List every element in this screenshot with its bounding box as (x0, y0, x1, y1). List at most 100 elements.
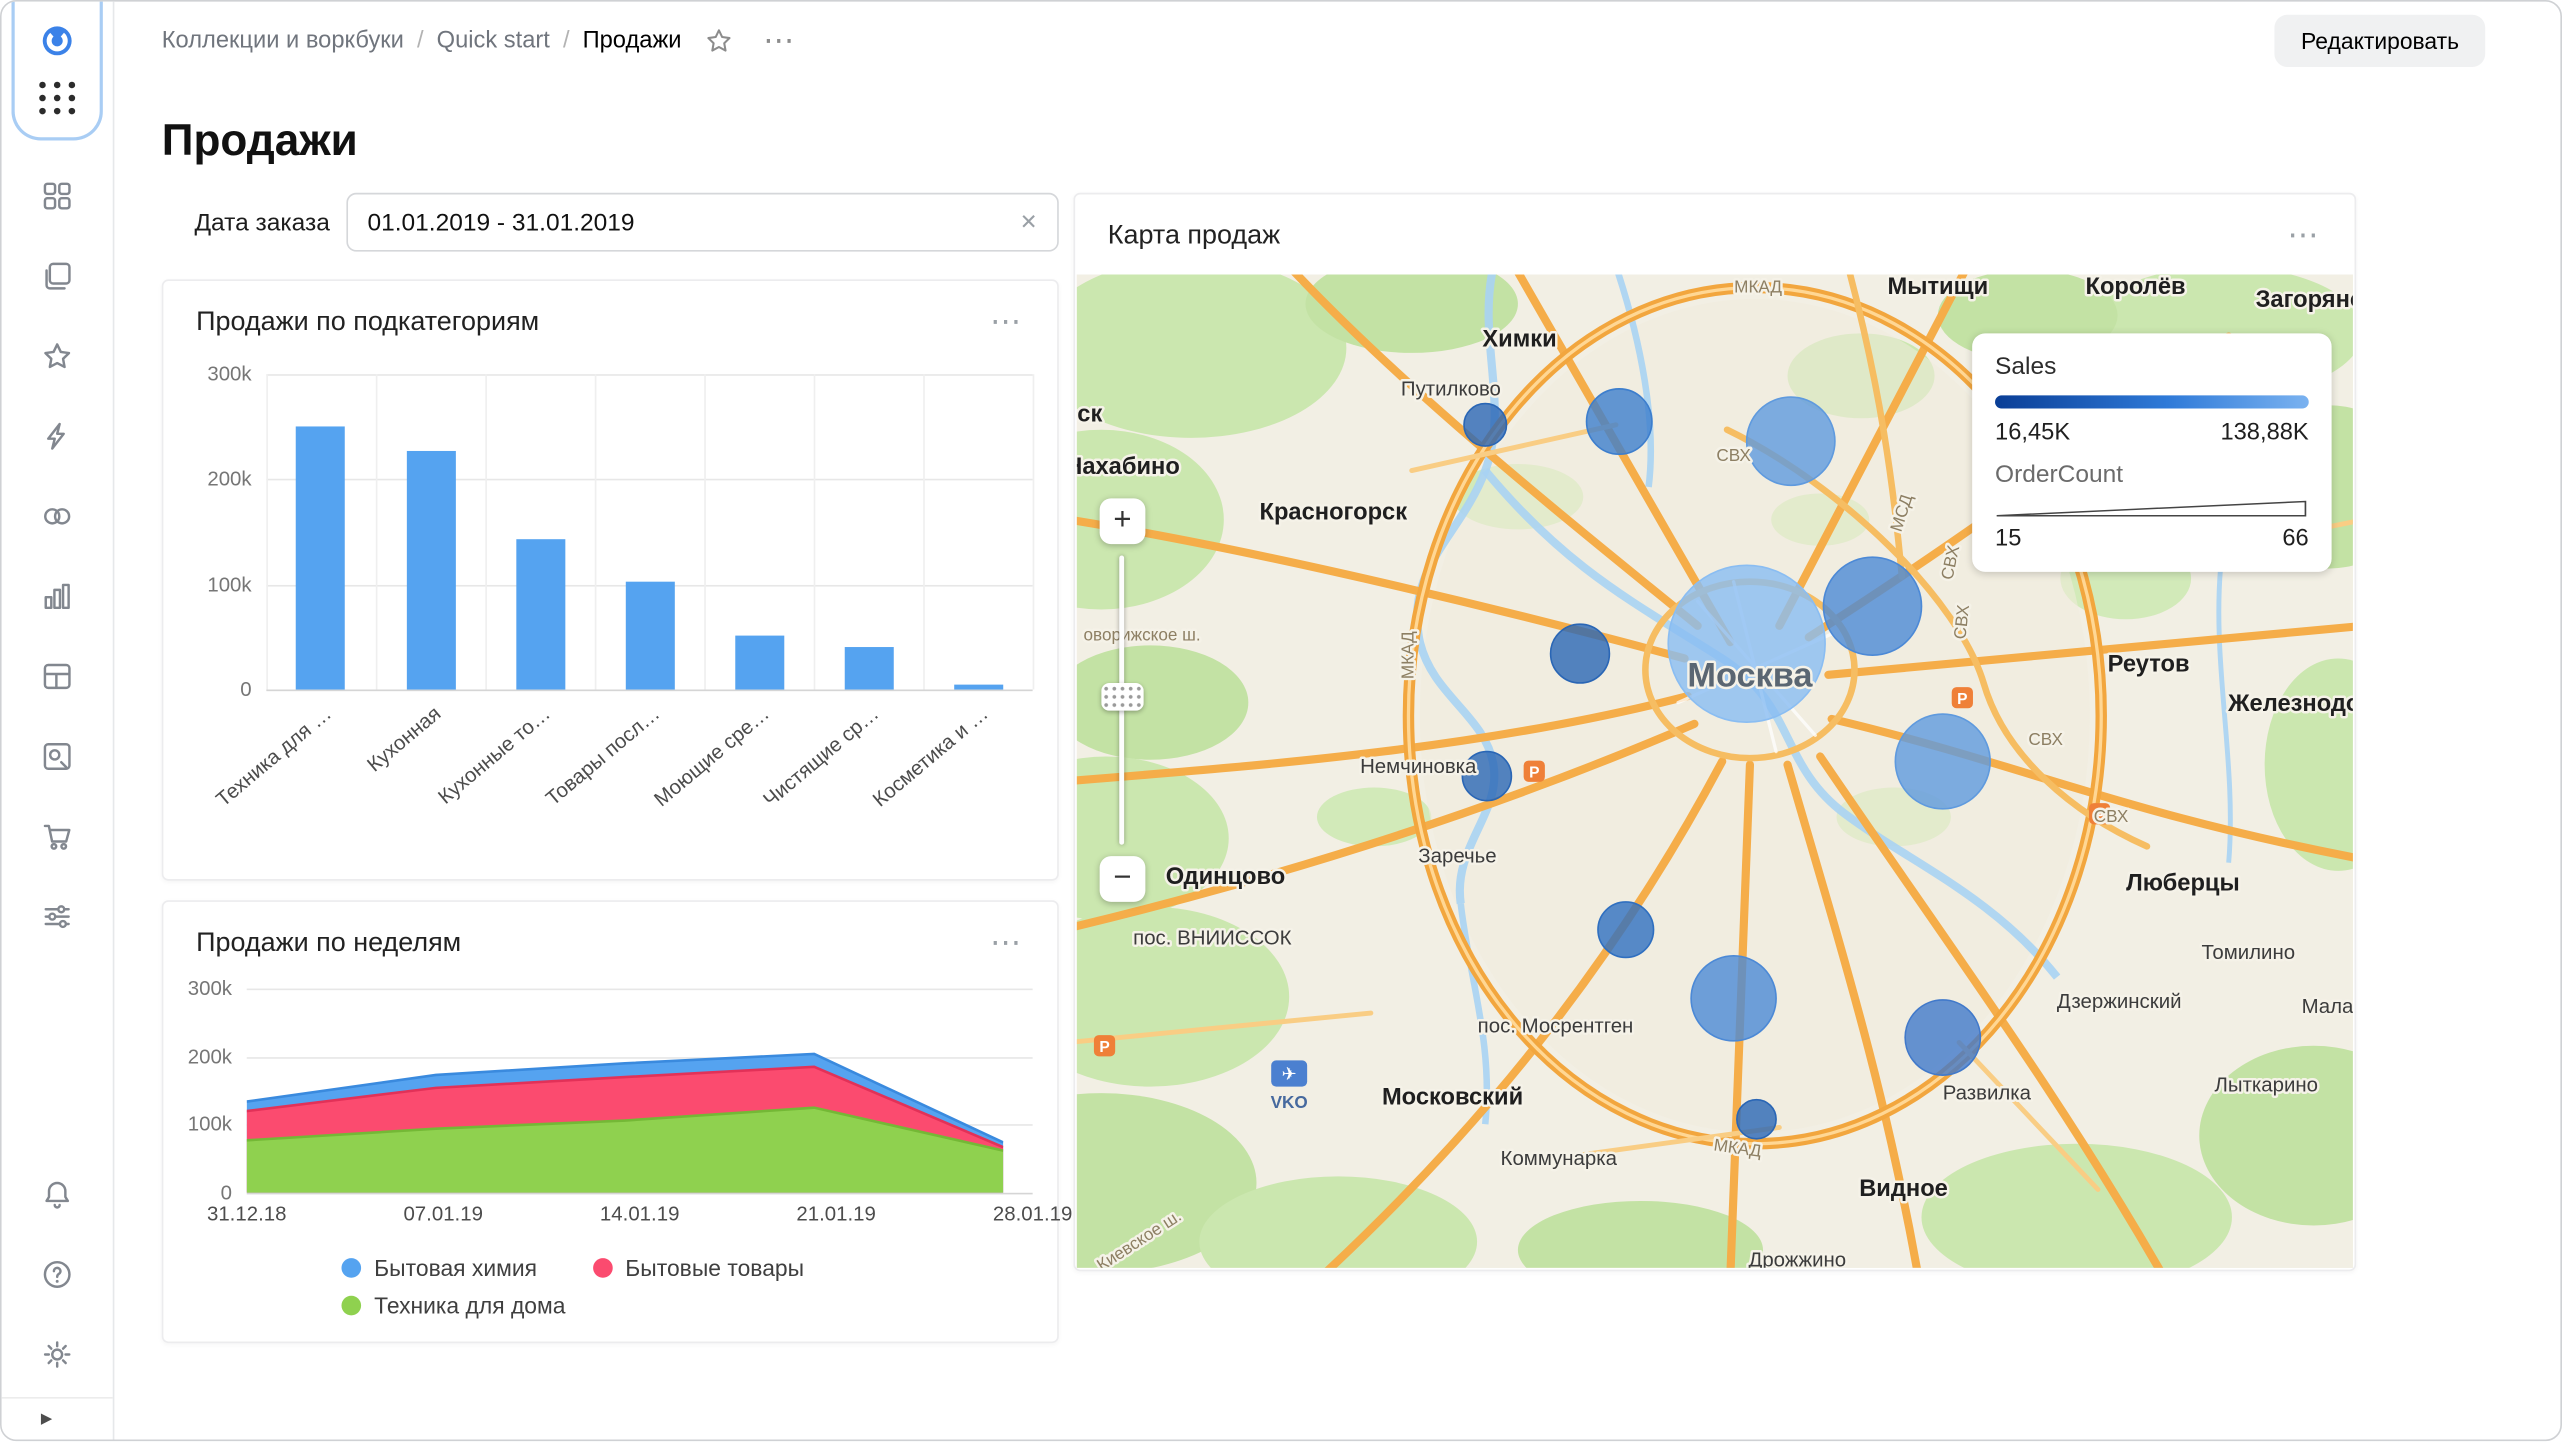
help-icon[interactable] (41, 1258, 74, 1291)
legend-dot (341, 1258, 362, 1278)
date-filter: Дата заказа 01.01.2019 - 31.01.2019 ✕ (162, 192, 1059, 252)
map-label: пос. Мосрентген (1478, 1016, 1634, 1038)
bar-1[interactable] (406, 450, 456, 690)
y-axis-tick: 100k (207, 572, 252, 596)
y-axis-tick: 100k (187, 1113, 233, 1137)
parking-icon: Р (1093, 1035, 1116, 1057)
area-chart-legend: Бытовая химия Бытовые товары Техника для д… (341, 1255, 1027, 1319)
map-label: Путилково (1401, 378, 1501, 400)
datalens-logo-icon[interactable] (41, 25, 74, 58)
legend-label: Бытовые товары (625, 1254, 805, 1282)
map-bubble[interactable] (1667, 564, 1826, 724)
x-axis-label: Чистящие ср… (758, 701, 883, 812)
x-axis-label: Товары посл… (540, 701, 664, 811)
settings-icon[interactable] (41, 1338, 74, 1371)
more-menu-icon[interactable]: ⋯ (763, 22, 797, 60)
area-chart-svg (246, 1052, 1004, 1193)
bar-5[interactable] (843, 646, 893, 690)
legend-item[interactable]: Техника для дома (341, 1292, 566, 1319)
apps-grid-icon[interactable] (38, 81, 76, 115)
gridline (266, 479, 1033, 481)
gridline-vertical (485, 374, 487, 690)
map-bubble[interactable] (1597, 901, 1655, 959)
datasets-icon[interactable] (41, 500, 74, 533)
gridline-vertical (923, 374, 925, 690)
map-label: Загорянск (2256, 287, 2353, 313)
map-bubble[interactable] (1549, 623, 1611, 684)
map-label: Немчиновка (1360, 756, 1477, 778)
date-range-input[interactable]: 01.01.2019 - 31.01.2019 ✕ (346, 192, 1059, 252)
dashboards-icon[interactable] (41, 660, 74, 693)
x-axis-label: Косметика и … (867, 701, 992, 812)
zoom-slider-handle[interactable] (1101, 682, 1144, 711)
zoom-out-button[interactable]: − (1099, 856, 1146, 902)
left-column: Дата заказа 01.01.2019 - 31.01.2019 ✕ Пр… (161, 192, 1072, 1344)
x-axis-label: Моющие сре… (648, 701, 773, 812)
clear-filter-icon[interactable]: ✕ (1020, 209, 1038, 235)
legend-item[interactable]: Бытовая химия (341, 1255, 537, 1281)
bar-4[interactable] (734, 634, 784, 690)
bar-2[interactable] (515, 539, 565, 690)
bar-0[interactable] (296, 426, 346, 690)
map-bubble[interactable] (1822, 556, 1923, 657)
sales-min: 16,45K (1995, 419, 2071, 447)
area-chart-title: Продажи по неделям (196, 928, 462, 958)
x-axis-label: 07.01.19 (403, 1202, 483, 1226)
breadcrumb-item[interactable]: Коллекции и воркбуки (162, 28, 404, 54)
x-axis-label: Кухонные то… (432, 701, 554, 809)
map-bubble[interactable] (1585, 388, 1653, 456)
favorites-icon[interactable] (41, 340, 74, 373)
notifications-icon[interactable] (41, 1178, 74, 1211)
map-label: МКАД (1397, 631, 1417, 679)
area-chart-menu-icon[interactable]: ⋯ (990, 927, 1024, 958)
ordercount-legend-label: OrderCount (1995, 460, 2124, 489)
map-bubble[interactable] (1894, 713, 1991, 810)
favorite-star-icon[interactable] (704, 26, 733, 55)
bar-chart-menu-icon[interactable]: ⋯ (990, 306, 1024, 337)
map-bubble[interactable] (1463, 402, 1508, 447)
map-label: Железнодоро (2227, 691, 2353, 717)
legend-dot (592, 1258, 613, 1278)
zoom-in-button[interactable]: + (1099, 498, 1146, 545)
map-label: Томилино (2201, 942, 2295, 964)
map-bubble[interactable] (1904, 999, 1982, 1076)
map-bubble[interactable] (1736, 1098, 1777, 1140)
area-chart-plot[interactable]: 300k 200k 100k 0 (188, 977, 1033, 1204)
charts-icon[interactable] (41, 580, 74, 613)
legend-label: Техника для дома (374, 1292, 566, 1319)
svg-text:VKO: VKO (1271, 1092, 1308, 1112)
sidebar-collapse[interactable]: ▶ (1, 1397, 113, 1439)
expand-icon: ▶ (40, 1410, 53, 1427)
map-label: Московский (1382, 1085, 1523, 1111)
svg-text:Р: Р (1099, 1039, 1109, 1056)
map-label: СВХ (1716, 445, 1751, 465)
map-bubble[interactable] (1690, 955, 1777, 1042)
gridline-vertical (813, 374, 816, 690)
gridline-vertical (594, 374, 597, 690)
map-label: Развилка (1943, 1083, 2032, 1105)
breadcrumb-item[interactable]: Quick start (437, 28, 550, 54)
map-label: Красногорск (1259, 500, 1407, 526)
connections-icon[interactable] (41, 420, 74, 453)
area-chart-card: Продажи по неделям ⋯ 300k 200k 100k 0 31.12… (161, 900, 1072, 1344)
marketplace-icon[interactable] (41, 820, 74, 853)
edit-button[interactable]: Редактировать (2274, 14, 2486, 67)
y-axis-tick: 200k (187, 1045, 233, 1069)
map[interactable]: РРРР✈VKO ХимкиМытищиКоролёвЗагорянскПути… (1076, 274, 2353, 1268)
bar-3[interactable] (624, 581, 674, 690)
map-label: Дрожжино (1749, 1249, 1847, 1268)
legend-item[interactable]: Бытовые товары (592, 1254, 805, 1282)
parking-icon: Р (1523, 760, 1545, 782)
map-label: Заречье (1418, 846, 1496, 868)
page-title: Продажи (161, 116, 358, 166)
legend-label: Бытовая химия (374, 1254, 538, 1282)
map-menu-icon[interactable]: ⋯ (2288, 220, 2322, 251)
bar-chart-plot[interactable]: 300k 200k 100k 0 (207, 363, 1035, 701)
map-bubble[interactable] (1745, 396, 1836, 487)
editor-icon[interactable] (41, 740, 74, 773)
workbooks-icon[interactable] (41, 260, 74, 293)
gridline (266, 374, 1033, 376)
services-icon[interactable] (41, 900, 74, 933)
collections-icon[interactable] (41, 180, 74, 213)
map-label: оворижское ш. (1084, 625, 1201, 645)
